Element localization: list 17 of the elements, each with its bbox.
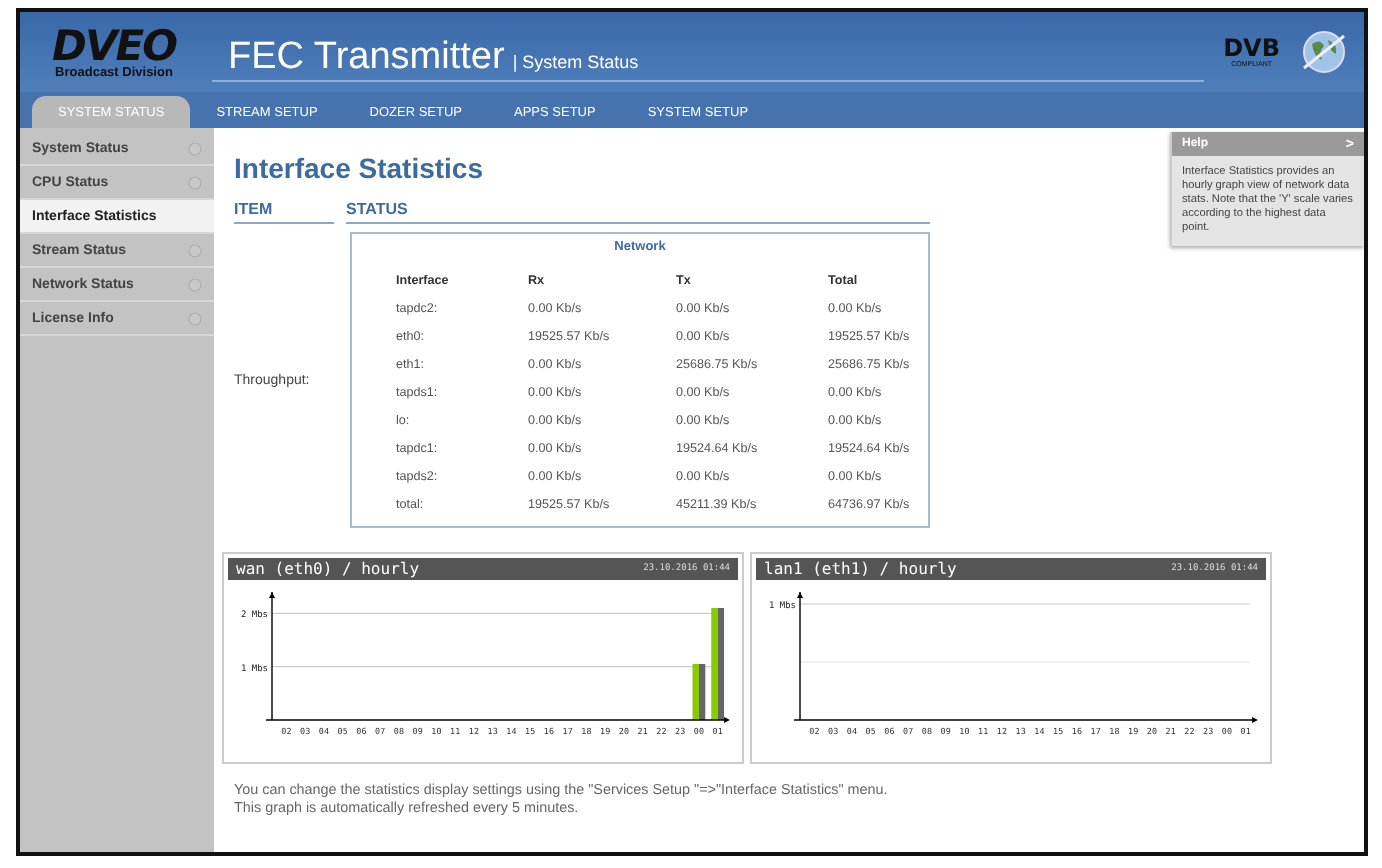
column-heading: STATUS (346, 200, 930, 224)
graph-title: wan (eth0) / hourly (236, 560, 420, 578)
y-axis (797, 591, 803, 721)
bullet-icon (188, 175, 202, 189)
column-heading: ITEM (234, 200, 334, 224)
app-title: FEC Transmitter (228, 35, 505, 79)
badge-logo: DVB (1223, 37, 1280, 59)
graph-title: lan1 (eth1) / hourly (764, 560, 957, 578)
logo-text: DVEO (52, 25, 176, 65)
page-subtitle: | System Status (512, 51, 639, 71)
y-axis (269, 591, 275, 721)
bullet-icon (188, 243, 202, 257)
page-title: Interface Statistics (234, 152, 485, 184)
bullet-icon (188, 311, 202, 325)
bullet-icon (188, 277, 202, 291)
globe-icon (1300, 28, 1348, 76)
bullet-icon (188, 141, 202, 155)
